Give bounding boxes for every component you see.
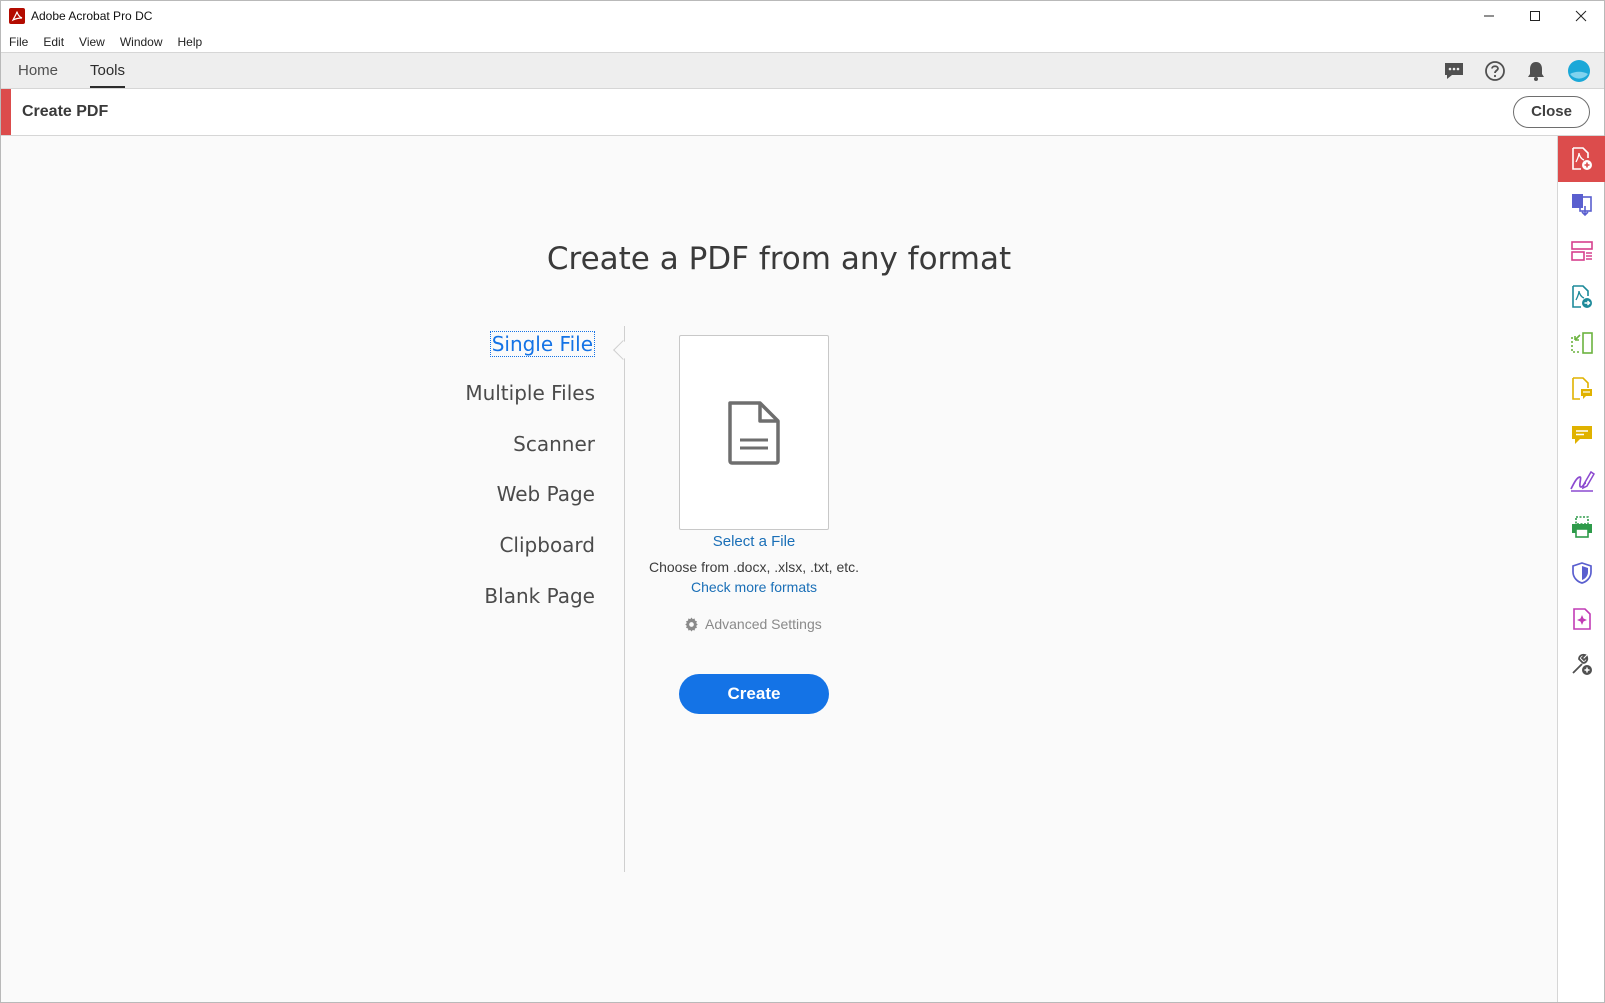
selection-pointer: [613, 340, 633, 360]
menu-view[interactable]: View: [71, 35, 112, 49]
rail-combine-files[interactable]: [1558, 182, 1605, 228]
chat-icon[interactable]: [1443, 60, 1465, 82]
menu-window[interactable]: Window: [112, 35, 170, 49]
option-clipboard[interactable]: Clipboard: [499, 533, 595, 557]
option-single-file[interactable]: Single File: [489, 331, 595, 357]
option-multiple-files[interactable]: Multiple Files: [465, 381, 595, 405]
create-button[interactable]: Create: [679, 674, 829, 714]
rail-rich-media[interactable]: [1558, 596, 1605, 642]
tool-header: Create PDF Close: [1, 89, 1604, 136]
menu-file[interactable]: File: [1, 35, 35, 49]
avatar-icon[interactable]: [1567, 59, 1591, 83]
tab-home[interactable]: Home: [18, 53, 58, 88]
tool-title: Create PDF: [22, 103, 109, 120]
tools-rail: [1557, 136, 1605, 1002]
maximize-icon[interactable]: [1512, 1, 1558, 31]
window-title: Adobe Acrobat Pro DC: [31, 9, 153, 23]
tab-bar: Home Tools: [1, 52, 1604, 89]
comment-doc-icon: [1571, 377, 1592, 400]
supported-formats-text: Choose from .docx, .xlsx, .txt, etc.: [648, 559, 860, 575]
protect-icon: [1571, 562, 1592, 584]
options-divider: [624, 326, 625, 872]
option-blank-page[interactable]: Blank Page: [484, 584, 595, 608]
rail-protect[interactable]: [1558, 550, 1605, 596]
menu-edit[interactable]: Edit: [35, 35, 71, 49]
more-tools-icon: [1571, 653, 1592, 675]
gear-icon: [685, 616, 698, 632]
advanced-settings-label: Advanced Settings: [705, 616, 822, 632]
bell-icon[interactable]: [1525, 60, 1547, 82]
option-scanner[interactable]: Scanner: [513, 432, 595, 456]
print-production-icon: [1571, 516, 1592, 538]
menu-help[interactable]: Help: [170, 35, 210, 49]
rail-edit-pdf[interactable]: [1558, 320, 1605, 366]
export-pdf-icon: [1571, 285, 1592, 308]
acrobat-logo-icon: [9, 8, 25, 24]
rich-media-icon: [1572, 608, 1591, 630]
tool-accent-bar: [1, 89, 11, 135]
rail-comment-doc[interactable]: [1558, 366, 1605, 412]
organize-pages-icon: [1570, 241, 1593, 261]
fill-sign-icon: [1569, 470, 1595, 492]
combine-files-icon: [1571, 194, 1592, 217]
rail-comment[interactable]: [1558, 412, 1605, 458]
rail-print-production[interactable]: [1558, 504, 1605, 550]
close-tool-button[interactable]: Close: [1513, 96, 1590, 128]
check-more-formats-link[interactable]: Check more formats: [604, 579, 904, 595]
option-web-page[interactable]: Web Page: [497, 482, 595, 506]
minimize-icon[interactable]: [1466, 1, 1512, 31]
comment-icon: [1571, 426, 1592, 444]
help-icon[interactable]: [1484, 60, 1506, 82]
select-file-link[interactable]: Select a File: [604, 533, 904, 550]
file-drop-area[interactable]: [679, 335, 829, 530]
rail-more-tools[interactable]: [1558, 642, 1605, 688]
rail-organize-pages[interactable]: [1558, 228, 1605, 274]
rail-fill-sign[interactable]: [1558, 458, 1605, 504]
rail-create-pdf[interactable]: [1558, 136, 1605, 182]
page-title: Create a PDF from any format: [546, 241, 1012, 277]
window-controls: [1466, 1, 1604, 31]
edit-pdf-icon: [1570, 332, 1593, 354]
menu-bar: File Edit View Window Help: [1, 31, 1604, 52]
document-icon: [728, 400, 780, 465]
title-bar: Adobe Acrobat Pro DC: [1, 1, 1604, 31]
create-pdf-icon: [1571, 147, 1592, 170]
advanced-settings-button[interactable]: Advanced Settings: [684, 616, 822, 632]
rail-export-pdf[interactable]: [1558, 274, 1605, 320]
tab-tools[interactable]: Tools: [90, 53, 126, 88]
close-icon[interactable]: [1558, 1, 1604, 31]
